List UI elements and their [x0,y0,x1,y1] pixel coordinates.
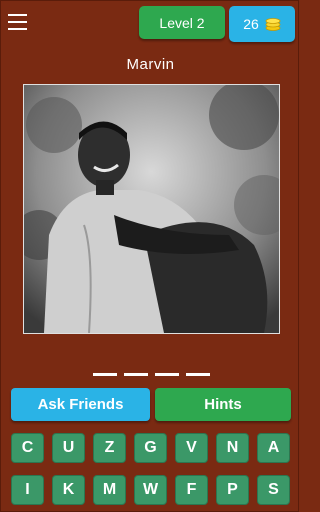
answer-slot[interactable] [155,373,179,376]
letter-key[interactable]: K [52,475,85,505]
hint-name: Marvin [126,56,175,73]
letter-key[interactable]: G [134,433,167,463]
answer-slot[interactable] [124,373,148,376]
coins-icon [265,18,281,31]
puzzle-photo [23,84,280,334]
letter-key[interactable]: V [175,433,208,463]
letter-key[interactable]: Z [93,433,126,463]
hamburger-menu-icon[interactable] [8,14,28,30]
ask-friends-label: Ask Friends [37,396,124,413]
game-screen: Level 2 26 Marvin Ask Friends Hints C U … [0,0,299,512]
letter-key[interactable]: W [134,475,167,505]
level-label: Level 2 [159,14,205,31]
letter-key[interactable]: C [11,433,44,463]
ask-friends-button[interactable]: Ask Friends [11,388,150,421]
level-badge: Level 2 [139,6,225,39]
letter-key[interactable]: A [257,433,290,463]
coins-button[interactable]: 26 [229,6,295,42]
answer-slots [93,373,213,379]
letter-key[interactable]: M [93,475,126,505]
answer-slot[interactable] [93,373,117,376]
letter-key[interactable]: P [216,475,249,505]
letter-key[interactable]: S [257,475,290,505]
letter-key[interactable]: N [216,433,249,463]
hints-label: Hints [204,396,242,413]
hints-button[interactable]: Hints [155,388,291,421]
letter-key[interactable]: U [52,433,85,463]
portrait-image [24,85,279,333]
coins-count: 26 [243,16,259,32]
answer-slot[interactable] [186,373,210,376]
letter-key[interactable]: I [11,475,44,505]
letter-key[interactable]: F [175,475,208,505]
